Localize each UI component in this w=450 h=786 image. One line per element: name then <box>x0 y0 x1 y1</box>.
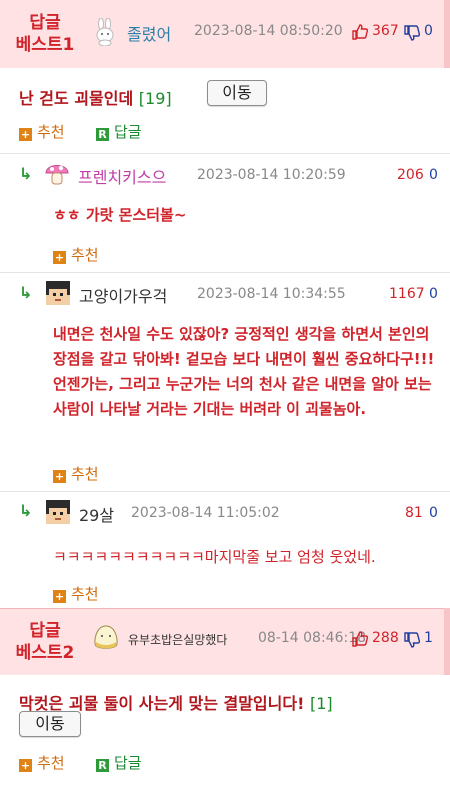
pixel-face-avatar-icon <box>46 500 70 524</box>
best1-move-button[interactable]: 이동 <box>207 80 267 106</box>
rabbit-avatar-icon <box>96 18 114 46</box>
best1-down-count: 0 <box>424 23 433 39</box>
comment2-text: 내면은 천사일 수도 있잖아? 긍정적인 생각을 하면서 본인의 장점을 갈고 … <box>53 325 435 418</box>
best1-recommend-label: 추천 <box>37 123 65 141</box>
best1-tag: 답글 베스트1 <box>10 12 80 56</box>
comment3-recommend-button[interactable]: + 추천 <box>53 583 99 604</box>
divider <box>0 153 450 154</box>
reply-arrow-icon: ↳ <box>19 164 33 183</box>
comment1-recommend-label: 추천 <box>71 246 99 264</box>
best2-tag: 답글 베스트2 <box>10 620 80 664</box>
comment1-down-count: 0 <box>429 167 438 183</box>
best1-title[interactable]: 난 걷도 괴물인데 <box>19 89 133 108</box>
divider <box>0 272 450 273</box>
thumbs-down-icon[interactable] <box>404 632 420 648</box>
best1-nickname[interactable]: 졸렸어 <box>127 21 171 45</box>
plus-square-icon: + <box>53 470 66 483</box>
best2-recommend-button[interactable]: + 추천 <box>19 752 65 773</box>
best1-reply-count: [19] <box>138 89 172 108</box>
best2-nickname[interactable]: 유부초밥은실망했다 <box>128 631 227 648</box>
plus-square-icon: + <box>53 590 66 603</box>
comment3-up-count: 81 <box>405 505 423 521</box>
comment3-date: 2023-08-14 11:05:02 <box>131 505 280 521</box>
comment2-nickname[interactable]: 고양이가우걱 <box>79 283 167 307</box>
reply-arrow-icon: ↳ <box>19 283 33 302</box>
divider <box>0 491 450 492</box>
comment2-up-count: 1167 <box>389 286 425 302</box>
best1-reply-label: 답글 <box>114 123 142 141</box>
best2-down-count: 1 <box>424 630 433 646</box>
thumbs-down-icon[interactable] <box>404 25 420 41</box>
best2-up-count: 288 <box>372 630 399 646</box>
best1-date: 2023-08-14 08:50:20 <box>194 23 343 39</box>
best1-recommend-button[interactable]: + 추천 <box>19 121 65 142</box>
best2-move-button[interactable]: 이동 <box>19 711 81 737</box>
r-square-icon: R <box>96 128 109 141</box>
comment1-up-count: 206 <box>397 167 424 183</box>
best2-tag-line2: 베스트2 <box>15 643 75 663</box>
comment3-down-count: 0 <box>429 505 438 521</box>
best2-recommend-label: 추천 <box>37 754 65 772</box>
comment1-date: 2023-08-14 10:20:59 <box>197 167 346 183</box>
comment3-text: ㅋㅋㅋㅋㅋㅋㅋㅋㅋㅋㅋ마지막줄 보고 엄청 웃었네. <box>53 548 376 566</box>
thumbs-up-icon[interactable] <box>352 631 368 647</box>
best1-tag-line2: 베스트1 <box>15 35 75 55</box>
r-square-icon: R <box>96 759 109 772</box>
best2-reply-label: 답글 <box>114 754 142 772</box>
comment1-text: ㅎㅎ 가랏 몬스터볼~ <box>53 206 187 224</box>
best2-reply-count: [1] <box>309 694 333 713</box>
rice-ball-avatar-icon <box>94 625 118 649</box>
best1-tag-line1: 답글 <box>29 13 61 33</box>
mushroom-avatar-icon <box>45 165 69 185</box>
best1-up-count: 367 <box>372 23 399 39</box>
best2-right-edge <box>444 608 450 675</box>
comment1-recommend-button[interactable]: + 추천 <box>53 244 99 265</box>
plus-square-icon: + <box>53 251 66 264</box>
best1-reply-button[interactable]: R 답글 <box>96 121 142 142</box>
best2-date: 08-14 08:46:18 <box>258 630 367 646</box>
pixel-face-avatar-icon <box>46 281 70 305</box>
best1-right-edge <box>444 0 450 68</box>
reply-arrow-icon: ↳ <box>19 501 33 520</box>
plus-square-icon: + <box>19 759 32 772</box>
comment2-down-count: 0 <box>429 286 438 302</box>
best2-reply-button[interactable]: R 답글 <box>96 752 142 773</box>
best1-title-row: 난 걷도 괴물인데 [19] <box>19 85 172 109</box>
comment2-recommend-button[interactable]: + 추천 <box>53 463 99 484</box>
comment2-date: 2023-08-14 10:34:55 <box>197 286 346 302</box>
comment2-recommend-label: 추천 <box>71 465 99 483</box>
plus-square-icon: + <box>19 128 32 141</box>
comment3-recommend-label: 추천 <box>71 585 99 603</box>
thumbs-up-icon[interactable] <box>352 24 368 40</box>
comment3-nickname[interactable]: 29살 <box>79 502 114 526</box>
best2-tag-line1: 답글 <box>29 621 61 641</box>
comment1-nickname[interactable]: 프렌치키스으 <box>78 164 166 188</box>
